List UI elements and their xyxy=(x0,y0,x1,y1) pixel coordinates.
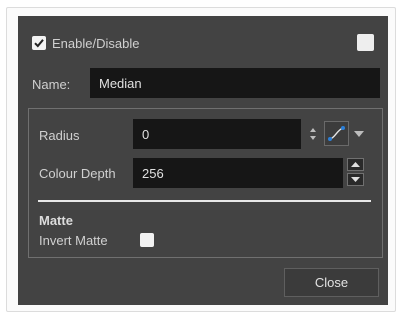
invert-matte-label: Invert Matte xyxy=(39,233,108,248)
checkmark-icon xyxy=(34,39,44,48)
arrow-down-icon xyxy=(351,177,360,182)
arrow-up-icon xyxy=(351,162,360,167)
section-divider xyxy=(38,200,371,202)
radius-label: Radius xyxy=(39,128,80,143)
matte-heading: Matte xyxy=(39,213,73,228)
colour-depth-decrement-button[interactable] xyxy=(347,173,364,186)
color-swatch-button[interactable] xyxy=(357,34,374,51)
enable-disable-label: Enable/Disable xyxy=(52,36,140,51)
function-dropdown-arrow-icon[interactable] xyxy=(354,131,364,137)
median-effect-dialog: Enable/Disable Name: Radius Colour Depth xyxy=(18,16,388,305)
colour-depth-field[interactable] xyxy=(133,158,343,188)
colour-depth-label: Colour Depth xyxy=(39,166,116,181)
function-curve-icon xyxy=(328,126,345,141)
close-button[interactable]: Close xyxy=(284,268,379,297)
function-button[interactable] xyxy=(324,121,349,146)
name-field[interactable] xyxy=(90,68,380,98)
radius-spin-arrows-icon[interactable] xyxy=(309,127,317,141)
name-label: Name: xyxy=(32,77,71,92)
colour-depth-increment-button[interactable] xyxy=(347,158,364,171)
parameters-group: Radius Colour Depth xyxy=(28,108,383,258)
enable-disable-checkbox[interactable] xyxy=(32,36,46,50)
invert-matte-checkbox[interactable] xyxy=(140,233,154,247)
radius-field[interactable] xyxy=(133,119,301,149)
